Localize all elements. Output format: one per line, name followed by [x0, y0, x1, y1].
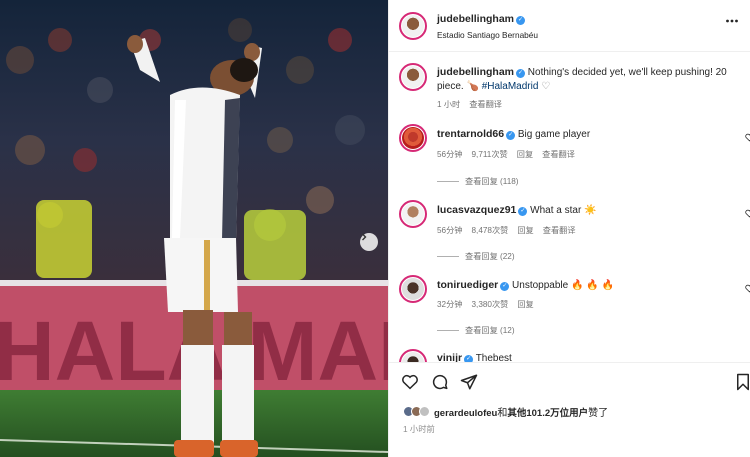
heart-icon [745, 284, 750, 296]
caption-time: 1 小时 [437, 100, 461, 109]
comment-likes[interactable]: 9,711次赞 [471, 148, 507, 160]
divider-line [437, 180, 459, 182]
comment-text: lucasvazquez91 ✓ What a star ☀️ [437, 203, 597, 218]
view-replies-button[interactable]: 查看回复 (22) [437, 250, 515, 262]
heart-icon [401, 374, 419, 394]
comment-emoji: ☀️ [584, 205, 597, 216]
caption-avatar[interactable] [399, 63, 427, 91]
bookmark-icon [735, 373, 750, 394]
comment-body: Big game player [517, 129, 591, 140]
author-username[interactable]: judebellingham [437, 13, 514, 25]
post-location[interactable]: Estadio Santiago Bernabéu [437, 30, 538, 40]
next-photo-button[interactable] [360, 233, 378, 251]
caption-text: judebellingham ✓ Nothing's decided yet, w… [437, 65, 743, 94]
comment-text: trentarnold66 ✓ Big game player [437, 127, 590, 142]
comment-likes[interactable]: 3,380次赞 [471, 298, 508, 310]
verified-badge-icon: ✓ [518, 207, 528, 216]
divider-line [437, 329, 459, 331]
commenter-avatar[interactable] [399, 124, 427, 152]
comment-body: Thebest [475, 353, 512, 362]
caption-meta: 1 小时 查看翻译 [437, 98, 502, 110]
view-replies-label: 查看回复 (12) [465, 326, 515, 335]
comment-like-button[interactable] [745, 284, 750, 296]
comment-like-button[interactable] [745, 209, 750, 221]
reply-button[interactable]: 回复 [517, 148, 533, 160]
comment-username[interactable]: vinijr [437, 352, 462, 362]
likes-summary[interactable]: gerardeulofeu和其他101.2万位用户赞了 [403, 404, 608, 419]
verified-badge-icon: ✓ [464, 355, 474, 362]
send-icon [460, 374, 478, 394]
post-photo[interactable]: HALA MADRID HO [0, 0, 388, 457]
divider-line [437, 255, 459, 257]
translate-link[interactable]: 查看翻译 [542, 148, 575, 160]
view-replies-label: 查看回复 (22) [465, 252, 515, 261]
comment-item-partial: vinijr ✓ Thebest [389, 344, 750, 362]
share-button[interactable] [460, 373, 478, 394]
comment-emoji: 🔥 🔥 🔥 [570, 280, 614, 291]
translate-link[interactable]: 查看翻译 [543, 224, 576, 236]
view-replies-label: 查看回复 (118) [465, 177, 519, 186]
post-detail-panel: judebellingham ✓ Estadio Santiago Bernabé… [388, 0, 750, 457]
comment-text: toniruediger ✓ Unstoppable 🔥 🔥 🔥 [437, 278, 614, 293]
comment-time: 56分钟 [437, 150, 463, 159]
likes-suffix: 赞了 [588, 408, 609, 419]
like-button[interactable] [401, 373, 419, 394]
save-button[interactable] [735, 373, 750, 394]
caption-hashtag[interactable]: #HalaMadrid [482, 81, 539, 92]
heart-icon [745, 209, 750, 221]
post-header: judebellingham ✓ Estadio Santiago Bernabé… [389, 0, 750, 52]
comment-text: vinijr ✓ Thebest [437, 351, 512, 362]
comment-time: 56分钟 [437, 226, 463, 235]
comment-like-button[interactable] [745, 133, 750, 145]
verified-badge-icon: ✓ [506, 131, 516, 140]
post-timestamp: 1 小时前 [403, 424, 435, 434]
liker-avatars [403, 406, 430, 417]
commenter-avatar[interactable] [399, 200, 427, 228]
comment-body: What a star [530, 205, 582, 216]
heart-icon [745, 133, 750, 145]
commenter-avatar[interactable] [399, 349, 427, 362]
likes-others-count[interactable]: 其他101.2万位用户 [507, 408, 588, 419]
view-replies-button[interactable]: 查看回复 (118) [437, 175, 519, 187]
comment-meta: 32分钟 3,380次赞 回复 [437, 298, 534, 310]
comment-meta: 56分钟 9,711次赞 回复 查看翻译 [437, 148, 575, 160]
comment-username[interactable]: trentarnold66 [437, 128, 504, 140]
comment-body: Unstoppable [512, 280, 569, 291]
photo-illustration: HALA MADRID HO [0, 0, 388, 457]
caption-emoji: 🍗 [466, 81, 479, 92]
view-replies-button[interactable]: 查看回复 (12) [437, 324, 515, 336]
commenter-avatar[interactable] [399, 275, 427, 303]
comment-likes[interactable]: 8,478次赞 [471, 224, 508, 236]
verified-badge-icon: ✓ [516, 16, 526, 25]
caption-translate-link[interactable]: 查看翻译 [469, 98, 502, 110]
comment-icon [431, 374, 449, 394]
liker-username[interactable]: gerardeulofeu [434, 408, 497, 419]
author-avatar[interactable] [399, 12, 427, 40]
likes-and: 和 [497, 408, 508, 419]
comment-time: 32分钟 [437, 300, 463, 309]
instagram-post-viewer: HALA MADRID HO [0, 0, 750, 457]
comment-meta: 56分钟 8,478次赞 回复 查看翻译 [437, 224, 576, 236]
reply-button[interactable]: 回复 [517, 298, 533, 310]
more-icon [725, 19, 739, 31]
verified-badge-icon: ✓ [516, 69, 526, 78]
more-options-button[interactable] [725, 14, 739, 31]
reply-button[interactable]: 回复 [517, 224, 533, 236]
comment-button[interactable] [431, 373, 449, 394]
comment-username[interactable]: toniruediger [437, 279, 498, 291]
post-actions-bar: gerardeulofeu和其他101.2万位用户赞了 1 小时前 [389, 362, 750, 457]
caption-heart-icon[interactable]: ♡ [541, 81, 550, 92]
comment-username[interactable]: lucasvazquez91 [437, 204, 516, 216]
verified-badge-icon: ✓ [500, 282, 510, 291]
caption-username[interactable]: judebellingham [437, 66, 514, 78]
